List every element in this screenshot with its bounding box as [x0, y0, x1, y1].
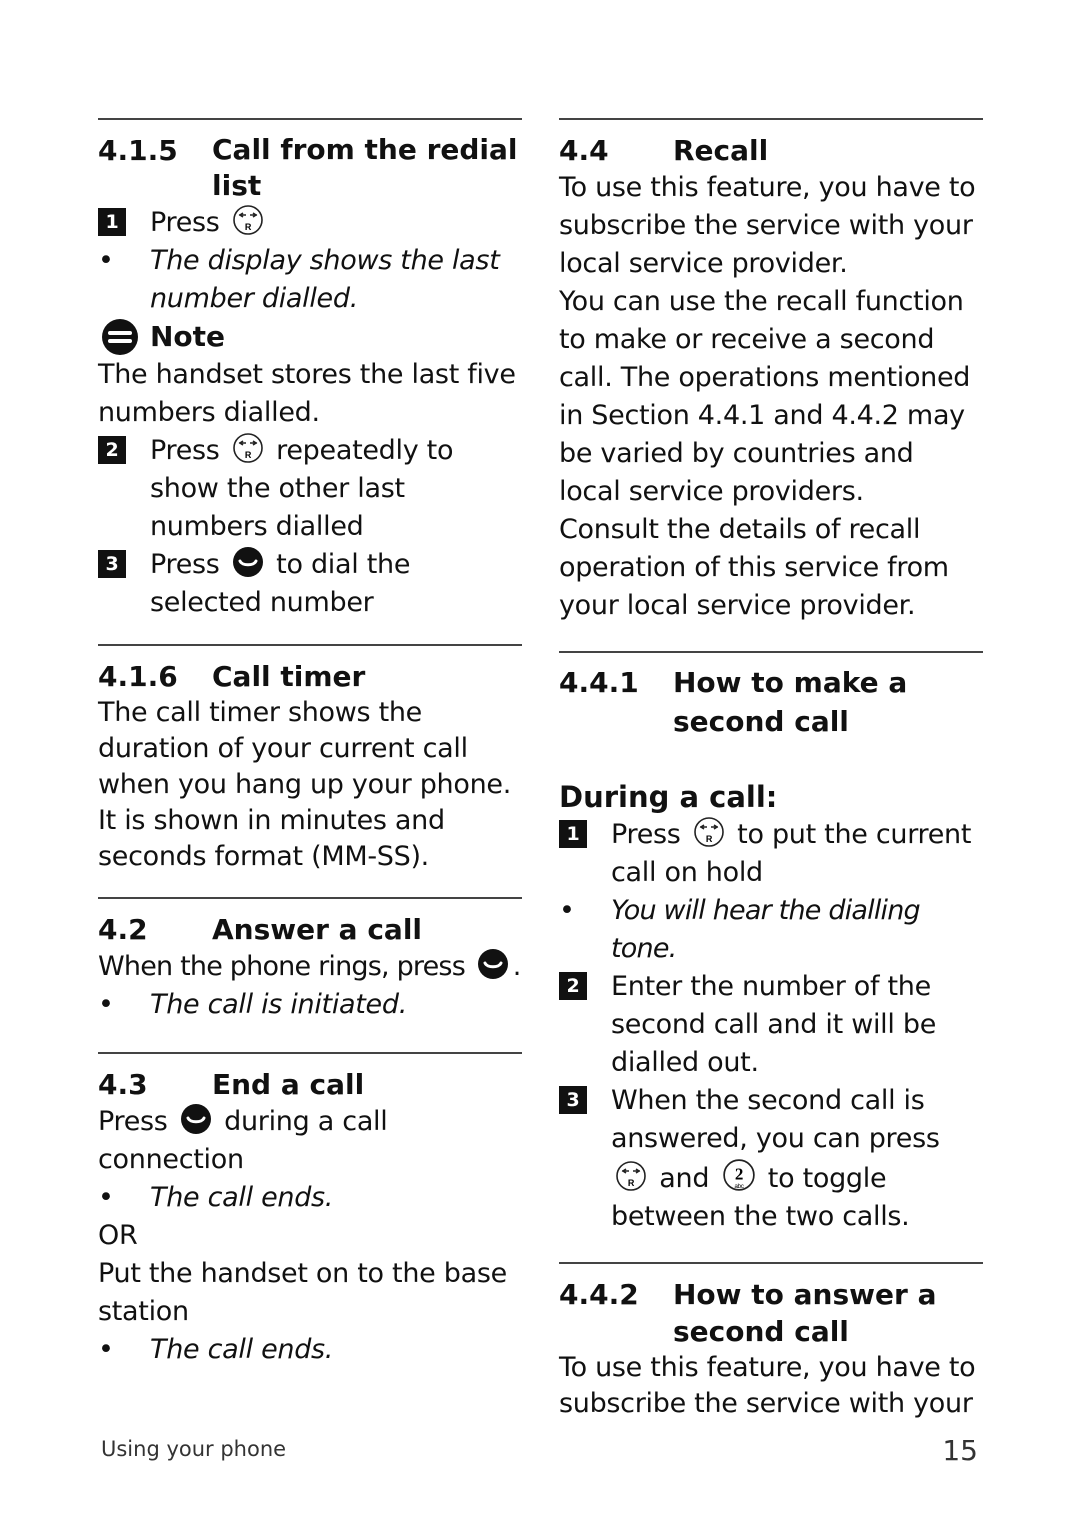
divider	[559, 651, 983, 653]
section-number: 4.4	[559, 134, 609, 167]
step-1: 1 Press to put the current call on hold	[559, 816, 983, 892]
step-2: 2 Press repeatedly to show the other las…	[98, 432, 522, 546]
divider	[559, 1262, 983, 1264]
step-text: Press	[150, 549, 220, 580]
redial-R-key-icon	[615, 1160, 647, 1192]
note-title: Note	[150, 320, 226, 353]
bullet-dot: •	[98, 1182, 114, 1213]
section-4-1-6: 4.1.6 Call timer The call timer shows th…	[98, 644, 522, 875]
step-text: Press	[611, 819, 681, 850]
section-title: Answer a call	[212, 913, 423, 946]
paragraph: To use this feature, you have to subscri…	[559, 1352, 976, 1419]
section-title: End a call	[212, 1068, 365, 1101]
step-number-badge: 2	[559, 972, 587, 1000]
paragraph: Put the handset on to the base station	[98, 1258, 507, 1327]
note-heading: Note	[98, 318, 522, 356]
step-number-badge: 1	[559, 820, 587, 848]
section-number: 4.1.5	[98, 134, 178, 167]
section-heading: 4.2 Answer a call	[98, 911, 522, 948]
divider	[98, 644, 522, 646]
bullet: • The display shows the last number dial…	[98, 242, 522, 318]
section-title: Recall	[673, 134, 769, 167]
step-2: 2 Enter the number of the second call an…	[559, 968, 983, 1082]
step-text: Enter the number of the second call and …	[611, 971, 937, 1078]
during-call-heading: During a call:	[559, 780, 778, 814]
section-heading: 4.1.5 Call from the redial list	[98, 132, 522, 204]
step-3: 3 Press to dial the selected number	[98, 546, 522, 622]
bullet: • The call ends.	[98, 1331, 522, 1369]
divider	[98, 118, 522, 120]
bullet-dot: •	[98, 245, 114, 276]
paragraph-text: .	[512, 951, 522, 982]
paragraph-text: When the phone rings, press	[98, 951, 466, 982]
left-column: 4.1.5 Call from the redial list 1 Press …	[98, 118, 522, 1369]
section-number: 4.3	[98, 1068, 148, 1101]
bullet-dot: •	[98, 1334, 114, 1365]
step-text: Press	[150, 207, 220, 238]
bullet-text: The display shows the last number dialle…	[150, 245, 500, 314]
bullet-dot: •	[559, 895, 575, 926]
redial-R-key-icon	[693, 816, 725, 848]
talk-key-icon	[232, 546, 264, 578]
right-column: 4.4 Recall To use this feature, you have…	[559, 118, 983, 1422]
section-4-3: 4.3 End a call Press during a call conne…	[98, 1052, 522, 1369]
divider	[98, 897, 522, 899]
section-title: Call timer	[212, 660, 366, 693]
section-title: How to make a second call	[673, 666, 908, 738]
page-number: 15	[942, 1434, 978, 1467]
step-text: Press	[150, 435, 220, 466]
section-4-4: 4.4 Recall To use this feature, you have…	[559, 118, 983, 625]
step-3: 3 When the second call is answered, you …	[559, 1082, 983, 1236]
bullet-text: The call ends.	[150, 1182, 334, 1213]
bullet: • The call ends.	[98, 1179, 522, 1217]
section-number: 4.1.6	[98, 660, 178, 693]
section-heading: 4.1.6 Call timer	[98, 658, 522, 695]
bullet: • The call is initiated.	[98, 986, 522, 1024]
note-text: The handset stores the last five numbers…	[98, 359, 516, 428]
paragraph: Consult the details of recall operation …	[559, 514, 949, 621]
paragraph-text: Press	[98, 1106, 168, 1137]
section-4-2: 4.2 Answer a call When the phone rings, …	[98, 897, 522, 1024]
paragraph: To use this feature, you have to subscri…	[559, 172, 976, 279]
section-heading: 4.4.1 How to make a second call	[559, 663, 983, 741]
divider	[98, 1052, 522, 1054]
section-title: Call from the redial list	[212, 133, 518, 202]
paragraph: Press during a call connection	[98, 1103, 522, 1179]
bullet-text: The call ends.	[150, 1334, 334, 1365]
bullet-text: The call is initiated.	[150, 989, 407, 1020]
step-text: and	[659, 1163, 710, 1194]
step-number-badge: 3	[559, 1086, 587, 1114]
step-number-badge: 2	[98, 436, 126, 464]
step-text: When the second call is answered, you ca…	[611, 1085, 940, 1154]
redial-R-key-icon	[232, 432, 264, 464]
note-icon	[102, 319, 138, 355]
step-text: to toggle between the two calls.	[611, 1163, 910, 1232]
or-label: OR	[98, 1220, 138, 1251]
section-4-1-5: 4.1.5 Call from the redial list 1 Press …	[98, 118, 522, 622]
bullet-dot: •	[98, 989, 114, 1020]
section-heading: 4.3 End a call	[98, 1066, 522, 1103]
talk-key-icon	[180, 1103, 212, 1135]
bullet-text: You will hear the dialling tone.	[611, 895, 921, 964]
redial-R-key-icon	[232, 204, 264, 236]
key-2-abc-icon	[722, 1158, 756, 1192]
step-number-badge: 3	[98, 550, 126, 578]
section-heading: 4.4 Recall	[559, 132, 983, 169]
section-title: How to answer a second call	[673, 1278, 937, 1348]
paragraph: When the phone rings, press .	[98, 948, 522, 986]
paragraph: You can use the recall function to make …	[559, 286, 971, 507]
paragraph: The call timer shows the duration of you…	[98, 697, 511, 872]
footer-section-name: Using your phone	[101, 1437, 287, 1461]
step-1: 1 Press	[98, 204, 522, 242]
section-4-4-2: 4.4.2 How to answer a second call To use…	[559, 1262, 983, 1422]
divider	[559, 118, 983, 120]
section-4-4-1: 4.4.1 How to make a second call During a…	[559, 651, 983, 1236]
section-heading: 4.4.2 How to answer a second call	[559, 1276, 983, 1350]
bullet: • You will hear the dialling tone.	[559, 892, 983, 968]
section-number: 4.2	[98, 913, 148, 946]
section-number: 4.4.2	[559, 1278, 639, 1311]
section-number: 4.4.1	[559, 666, 639, 699]
step-number-badge: 1	[98, 208, 126, 236]
talk-key-icon	[477, 948, 509, 980]
